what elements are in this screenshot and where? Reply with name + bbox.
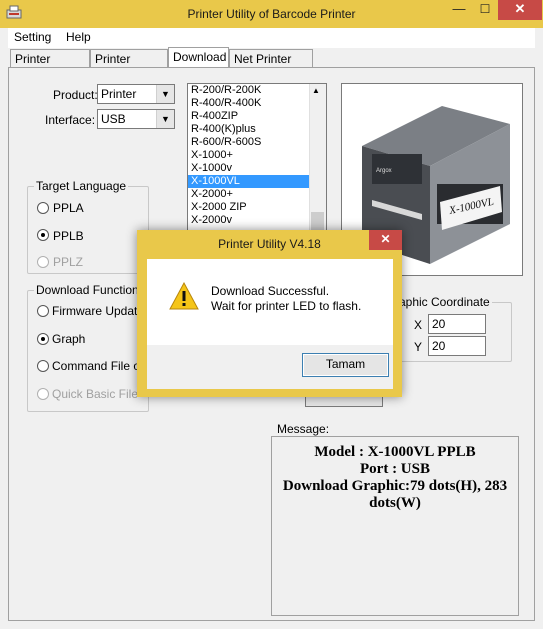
dialog-message-line1: Download Successful.: [211, 284, 330, 298]
quick-basic-radio: [37, 388, 49, 400]
ppla-radio[interactable]: [37, 202, 49, 214]
chevron-down-icon[interactable]: ▼: [156, 110, 174, 128]
model-list[interactable]: R-200/R-200K R-400/R-400K R-400ZIP R-400(K)…: [187, 83, 327, 233]
graph-label: Graph: [52, 332, 86, 346]
title-bar: Printer Utility of Barcode Printer — ☐ ✕: [0, 0, 543, 28]
list-scrollbar[interactable]: ▲: [309, 84, 326, 232]
interface-label: Interface:: [45, 113, 96, 127]
target-language-title: Target Language: [34, 179, 129, 193]
model-list-item[interactable]: R-600/R-600S: [188, 136, 326, 149]
close-button[interactable]: ✕: [498, 0, 542, 20]
dialog-close-button[interactable]: ✕: [369, 230, 402, 250]
quick-basic-label: Quick Basic File: [52, 387, 139, 401]
message-line-model: Model : X-1000VL PPLB: [314, 444, 476, 460]
menu-help[interactable]: Help: [66, 30, 91, 44]
tab-net-printer-info[interactable]: Net Printer Info: [229, 49, 313, 84]
y-coordinate-input[interactable]: 20: [428, 336, 486, 356]
command-file-radio[interactable]: [37, 360, 49, 372]
firmware-update-radio[interactable]: [37, 305, 49, 317]
product-label: Product:: [53, 88, 98, 102]
scroll-up-icon[interactable]: ▲: [312, 86, 320, 95]
minimize-button[interactable]: —: [446, 0, 472, 20]
y-label: Y: [414, 340, 423, 354]
model-list-item[interactable]: X-1000+: [188, 149, 326, 162]
ok-button[interactable]: Tamam: [302, 353, 389, 377]
message-line-dots: dots(W): [369, 495, 421, 511]
tab-printer-setting[interactable]: Printer Setting: [10, 49, 90, 84]
maximize-button[interactable]: ☐: [472, 0, 498, 20]
tab-download[interactable]: Download: [168, 47, 229, 68]
download-function-title: Download Function: [34, 283, 141, 297]
product-value: Printer: [101, 87, 137, 101]
printer-brand-text: Argox: [376, 168, 392, 174]
warning-icon: [169, 281, 199, 313]
pplb-label: PPLB: [53, 229, 84, 243]
scroll-thumb[interactable]: [311, 212, 324, 230]
pplz-radio: [37, 256, 49, 268]
product-select[interactable]: Printer ▼: [97, 84, 175, 104]
graphic-coordinate-title: raphic Coordinate: [393, 295, 492, 309]
graph-radio[interactable]: [37, 333, 49, 345]
model-list-item[interactable]: X-2000 ZIP: [188, 201, 326, 214]
message-box: Model : X-1000VL PPLB Port : USB Downloa…: [271, 436, 519, 616]
interface-value: USB: [101, 112, 126, 126]
model-list-item[interactable]: R-400(K)plus: [188, 123, 326, 136]
firmware-update-label: Firmware Update: [52, 304, 145, 318]
dialog-message-line2: Wait for printer LED to flash.: [211, 299, 362, 313]
model-list-item[interactable]: R-400ZIP: [188, 110, 326, 123]
x-label: X: [414, 318, 423, 332]
menu-bar: Setting Help: [8, 28, 535, 48]
download-dialog: Printer Utility V4.18 ✕ Download Success…: [137, 230, 402, 397]
model-list-item[interactable]: R-400/R-400K: [188, 97, 326, 110]
model-list-item[interactable]: X-1000VL: [188, 175, 326, 188]
model-list-item[interactable]: R-200/R-200K: [188, 84, 326, 97]
message-line-download: Download Graphic:79 dots(H), 283: [282, 478, 508, 494]
interface-select[interactable]: USB ▼: [97, 109, 175, 129]
x-coordinate-input[interactable]: 20: [428, 314, 486, 334]
model-list-item[interactable]: X-2000v: [188, 214, 326, 227]
ppla-label: PPLA: [53, 201, 84, 215]
message-label: Message:: [277, 422, 330, 436]
model-list-item[interactable]: X-1000v: [188, 162, 326, 175]
dialog-title: Printer Utility V4.18: [218, 237, 321, 251]
model-list-item[interactable]: X-2000+: [188, 188, 326, 201]
menu-setting[interactable]: Setting: [14, 30, 51, 44]
chevron-down-icon[interactable]: ▼: [156, 85, 174, 103]
message-line-port: Port : USB: [360, 461, 430, 477]
tab-printer-status[interactable]: Printer Status: [90, 49, 168, 84]
pplb-radio[interactable]: [37, 229, 49, 241]
pplz-label: PPLZ: [53, 255, 84, 269]
